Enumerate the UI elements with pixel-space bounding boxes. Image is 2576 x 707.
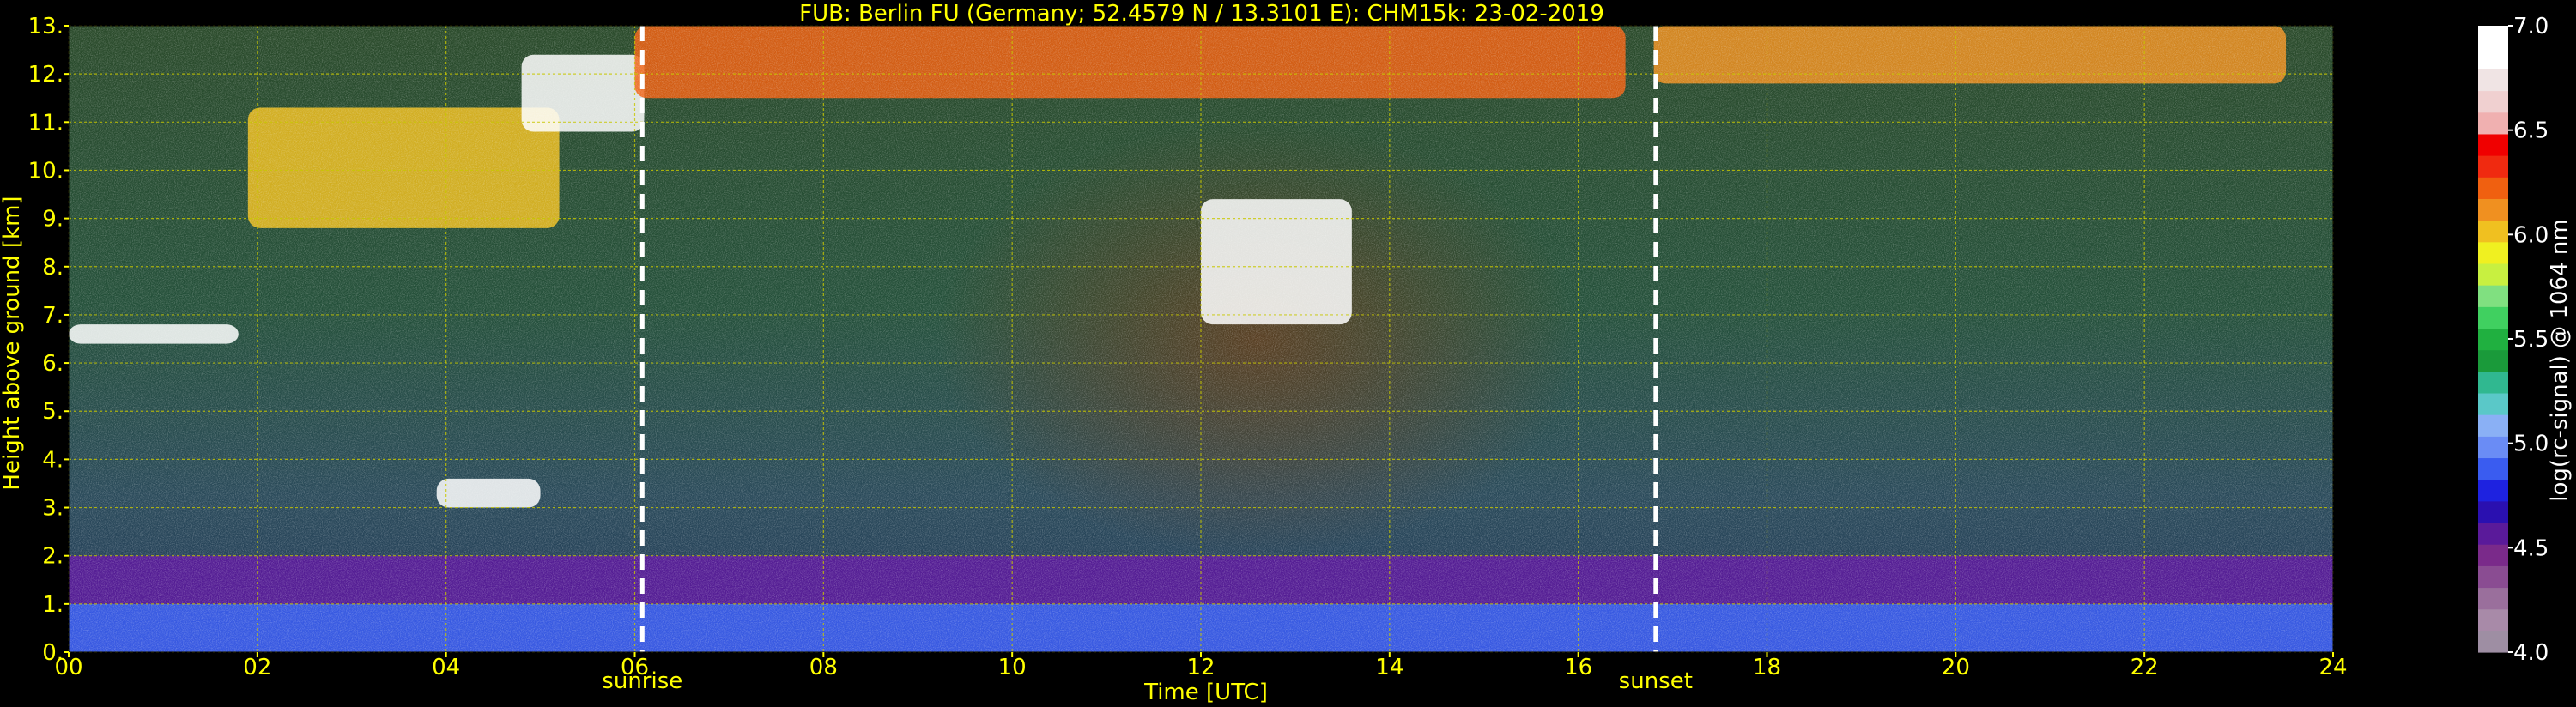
x-tick-label: 02 [243,655,271,680]
y-tick-label: 4. [42,447,64,473]
colorbar-segment [2478,26,2508,48]
x-tick-label: 24 [2318,655,2347,680]
colorbar-ticks: 4.0 4.5 5.0 5.5 6.0 6.5 7.0 [2508,14,2549,666]
chart-title: FUB: Berlin FU (Germany; 52.4579 N / 13.… [799,1,1604,27]
colorbar-label: log(rc-signal) @ 1064 nm [2547,219,2573,501]
colorbar-tick-label: 5.5 [2513,327,2549,353]
colorbar-segment [2478,587,2508,610]
colorbar-segment [2478,414,2508,437]
colorbar-tick-label: 4.5 [2513,535,2549,561]
y-tick-label: 11. [28,110,64,136]
y-tick-label: 3. [42,496,64,522]
colorbar-segment [2478,392,2508,415]
colorbar-tick-label: 4.0 [2513,640,2549,666]
x-tick-label: 06 [621,655,649,680]
x-tick-label: 20 [1942,655,1970,680]
y-tick-label: 7. [42,303,64,329]
colorbar-segment [2478,155,2508,178]
colorbar-segment [2478,220,2508,243]
colorbar-segment [2478,177,2508,199]
colorbar-segment [2478,457,2508,480]
y-tick-label: 8. [42,255,64,281]
colorbar-tick-label: 6.5 [2513,118,2549,144]
colorbar-segment [2478,349,2508,372]
marker-label-sunset: sunset [1619,668,1693,694]
colorbar [2478,26,2508,653]
y-tick-label: 1. [42,592,64,618]
y-tick-label: 6. [42,351,64,377]
x-tick-label: 16 [1564,655,1592,680]
colorbar-segment [2478,112,2508,135]
y-axis-ticks: 0. 1. 2. 3. 4. 5. 6. 7. 8. 9. 10. 11. 12. 13. [28,14,69,666]
y-tick-label: 10. [28,158,64,184]
colorbar-tick-label: 5.0 [2513,432,2549,457]
colorbar-segment [2478,69,2508,92]
colorbar-segment [2478,328,2508,351]
colorbar-segment [2478,263,2508,286]
colorbar-segment [2478,544,2508,566]
colorbar-segment [2478,565,2508,589]
colorbar-segment [2478,500,2508,523]
colorbar-segment [2478,479,2508,502]
colorbar-tick-label: 6.0 [2513,222,2549,248]
colorbar-segment [2478,133,2508,156]
colorbar-segment [2478,285,2508,307]
x-tick-label: 04 [432,655,460,680]
y-tick-label: 5. [42,399,64,425]
lidar-chart: FUB: Berlin FU (Germany; 52.4579 N / 13.… [0,1,2573,705]
x-tick-label: 10 [998,655,1027,680]
colorbar-segment [2478,630,2508,653]
colorbar-segment [2478,90,2508,113]
x-tick-label: 12 [1186,655,1215,680]
x-tick-label: 14 [1375,655,1403,680]
x-axis-label: Time [UTC] [1143,680,1268,705]
colorbar-segment [2478,436,2508,459]
colorbar-segment [2478,371,2508,394]
y-tick-label: 13. [28,14,64,39]
colorbar-tick-label: 7.0 [2513,14,2549,39]
colorbar-segment [2478,306,2508,329]
y-tick-label: 2. [42,544,64,570]
x-tick-label: 22 [2131,655,2159,680]
x-tick-label: 18 [1753,655,1781,680]
y-tick-label: 9. [42,207,64,233]
colorbar-segment [2478,241,2508,264]
x-tick-label: 08 [809,655,838,680]
y-axis-label: Height above ground [km] [0,196,25,490]
colorbar-segment [2478,522,2508,545]
x-axis-ticks: 00 02 04 06 08 10 12 14 16 18 20 22 24 [54,652,2348,680]
colorbar-segment [2478,47,2508,69]
colorbar-segment [2478,198,2508,221]
y-tick-label: 12. [28,62,64,88]
colorbar-segment [2478,608,2508,631]
y-tick-label: 0. [42,640,64,666]
